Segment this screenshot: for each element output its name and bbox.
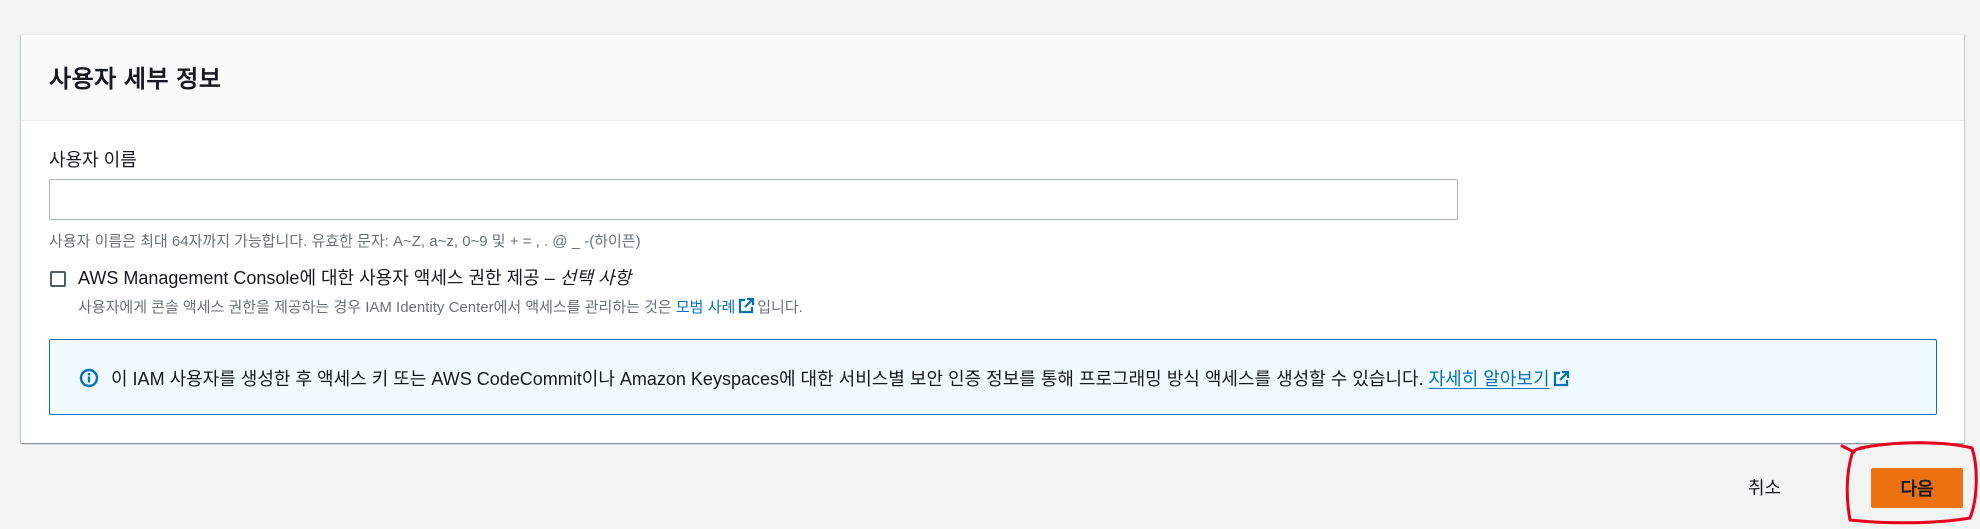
best-practice-link[interactable]: 모범 사례 bbox=[675, 297, 757, 319]
username-hint: 사용자 이름은 최대 64자까지 가능합니다. 유효한 문자: A~Z, a~z… bbox=[49, 233, 641, 250]
next-button[interactable]: 다음 bbox=[1871, 468, 1963, 508]
optional-tag: 선택 사항 bbox=[559, 268, 632, 288]
page-title: 사용자 세부 정보 bbox=[49, 66, 222, 93]
username-input[interactable] bbox=[49, 179, 1458, 220]
user-details-panel: 사용자 세부 정보 사용자 이름 사용자 이름은 최대 64자까지 가능합니다.… bbox=[21, 34, 1964, 443]
cancel-button[interactable]: 취소 bbox=[1740, 470, 1789, 504]
best-practice-link-text: 모범 사례 bbox=[675, 299, 736, 316]
console-access-description: 사용자에게 콘솔 액세스 권한을 제공하는 경우 IAM Identity Ce… bbox=[78, 296, 803, 319]
console-access-checkbox[interactable] bbox=[50, 271, 66, 287]
external-link-icon[interactable] bbox=[1552, 370, 1570, 393]
info-alert-message: 이 IAM 사용자를 생성한 후 액세스 키 또는 AWS CodeCommit… bbox=[111, 369, 1424, 389]
info-alert-text: 이 IAM 사용자를 생성한 후 액세스 키 또는 AWS CodeCommit… bbox=[111, 365, 1572, 393]
learn-more-link-text: 자세히 알아보기 bbox=[1428, 369, 1550, 389]
console-access-desc-prefix: 사용자에게 콘솔 액세스 권한을 제공하는 경우 IAM Identity Ce… bbox=[78, 299, 672, 316]
console-access-label-text: AWS Management Console에 대한 사용자 액세스 권한 제공… bbox=[78, 268, 555, 288]
learn-more-link[interactable]: 자세히 알아보기 bbox=[1429, 369, 1550, 389]
username-label: 사용자 이름 bbox=[49, 150, 137, 170]
console-access-label[interactable]: AWS Management Console에 대한 사용자 액세스 권한 제공… bbox=[78, 264, 631, 290]
console-access-desc-suffix: 입니다. bbox=[757, 299, 803, 316]
external-link-icon bbox=[737, 297, 755, 319]
panel-header: 사용자 세부 정보 bbox=[21, 35, 1964, 121]
info-alert: 이 IAM 사용자를 생성한 후 액세스 키 또는 AWS CodeCommit… bbox=[49, 339, 1937, 415]
info-icon bbox=[79, 368, 99, 393]
